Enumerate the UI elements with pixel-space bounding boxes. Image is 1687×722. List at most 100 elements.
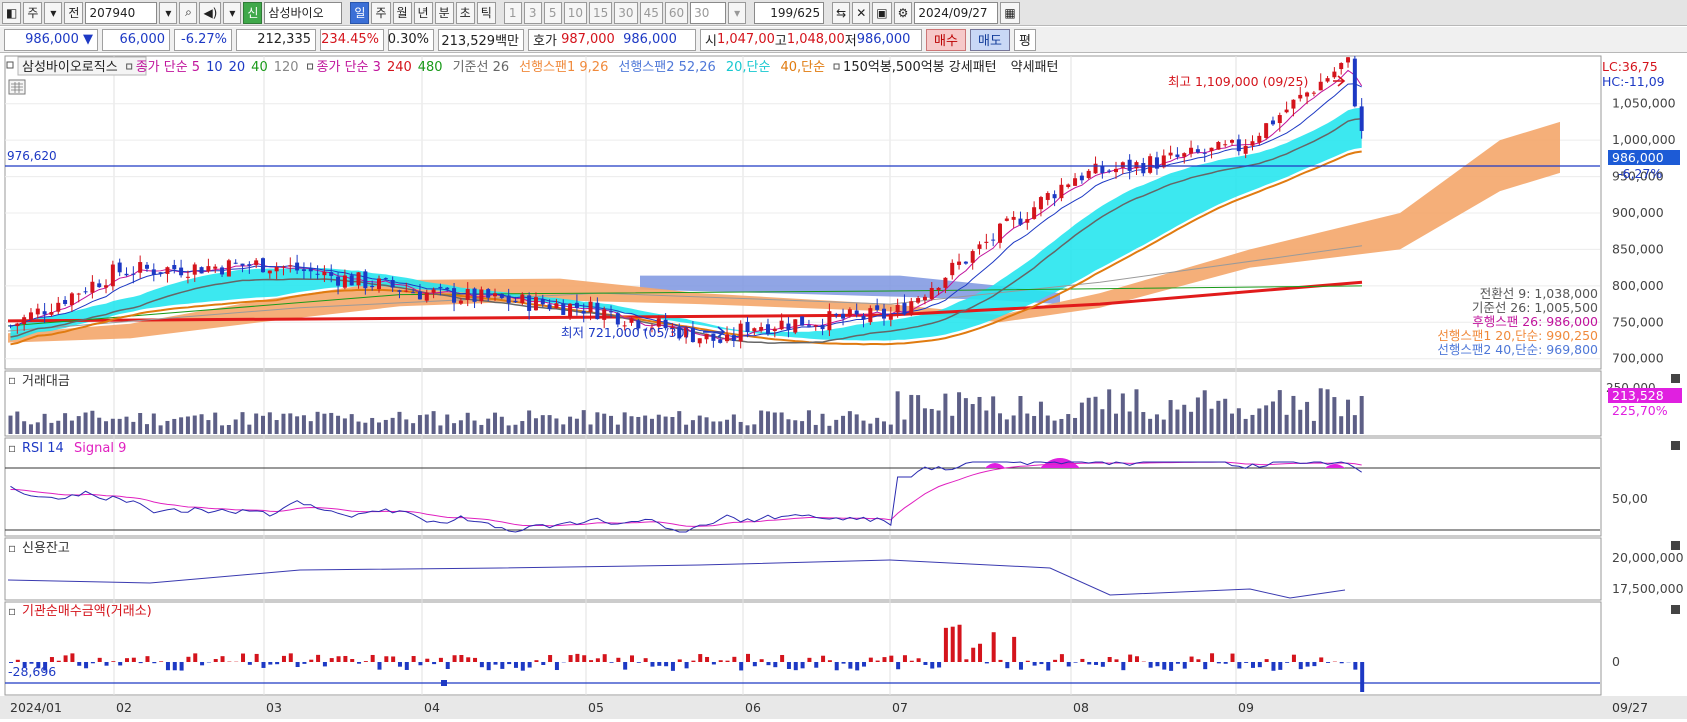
candle-body <box>807 325 811 326</box>
legend-item[interactable]: 종가 단순 3 <box>317 60 381 75</box>
interval-input-value: 30 <box>694 6 709 20</box>
interval-5[interactable]: 5 <box>544 2 562 24</box>
legend-item[interactable]: 종가 단순 5 <box>136 60 200 75</box>
inst-close-icon[interactable] <box>1671 605 1680 614</box>
volume-close-icon[interactable] <box>1671 374 1680 383</box>
volume-value: 212,335 <box>257 32 311 47</box>
legend-item[interactable]: 기준선 26 <box>453 60 510 75</box>
timeframe-day[interactable]: 일 <box>350 2 369 24</box>
inst-bar <box>1353 662 1357 670</box>
timeframe-year[interactable]: 년 <box>414 2 433 24</box>
volume-bar <box>261 416 265 434</box>
interval-3[interactable]: 3 <box>524 2 542 24</box>
inst-bar <box>623 662 627 670</box>
volume-bar <box>445 415 449 434</box>
sound-icon[interactable]: ◀) <box>199 2 221 24</box>
candle-body <box>343 275 347 287</box>
volume-bar <box>507 425 511 434</box>
legend-item[interactable]: 20,단순 <box>726 60 771 75</box>
inst-bar <box>1190 657 1194 662</box>
count-field[interactable]: 199/625 <box>754 2 824 24</box>
interval-30[interactable]: 30 <box>614 2 637 24</box>
volume-bar <box>889 425 893 434</box>
credit-badge-text: 신 <box>247 4 258 21</box>
timeframe-minute[interactable]: 분 <box>435 2 454 24</box>
legend-item[interactable]: 480 <box>418 60 443 75</box>
inst-bar <box>801 662 805 668</box>
timeframe-tick[interactable]: 틱 <box>477 2 496 24</box>
inst-bar <box>125 658 129 662</box>
inst-bar <box>964 659 968 662</box>
legend-item[interactable]: 120 <box>274 60 299 75</box>
inst-bar <box>296 662 300 667</box>
volume-bar <box>1059 419 1063 434</box>
legend-item[interactable]: 10 <box>206 60 223 75</box>
inst-bar <box>500 662 504 669</box>
candle-body <box>773 329 777 331</box>
chart-type-icon[interactable]: ◧ <box>2 2 21 24</box>
interval-60[interactable]: 60 <box>665 2 688 24</box>
code-dropdown-icon[interactable]: ▾ <box>159 2 177 24</box>
volume-bar <box>322 414 326 434</box>
eval-button[interactable]: 평 <box>1014 29 1036 51</box>
inst-bar <box>630 655 634 662</box>
prev-button[interactable]: 전 <box>64 2 83 24</box>
buy-button[interactable]: 매수 <box>926 29 966 51</box>
candle-body <box>527 295 531 311</box>
period-select[interactable]: 주 <box>23 2 42 24</box>
timeframe-second[interactable]: 초 <box>456 2 475 24</box>
date-input[interactable]: 2024/09/27 <box>914 2 998 24</box>
save-icon[interactable]: ▣ <box>872 2 891 24</box>
volume-bar <box>275 420 279 434</box>
inst-bar <box>903 655 907 662</box>
inst-bar <box>1094 662 1098 665</box>
search-icon[interactable]: ⌕ <box>179 2 197 24</box>
interval-dropdown-icon[interactable]: ▾ <box>728 2 746 24</box>
calendar-icon[interactable]: ▦ <box>1000 2 1019 24</box>
stock-code-input[interactable]: 207940 <box>85 2 157 24</box>
volume-bar <box>1189 412 1193 434</box>
volume-bar <box>1141 412 1145 434</box>
stock-name-field[interactable]: 삼성바이오 <box>264 2 342 24</box>
candle-body <box>391 280 395 288</box>
interval-input[interactable]: 30 <box>690 2 726 24</box>
gear-icon[interactable]: ⚙ <box>894 2 913 24</box>
rsi-close-icon[interactable] <box>1671 441 1680 450</box>
inst-bar <box>1285 662 1289 663</box>
inst-bar <box>569 655 573 662</box>
compare-icon[interactable]: ⇆ <box>832 2 850 24</box>
interval-15[interactable]: 15 <box>589 2 612 24</box>
sell-button[interactable]: 매도 <box>970 29 1010 51</box>
inst-value: -28,696 <box>8 664 56 679</box>
period-dropdown-icon[interactable]: ▾ <box>44 2 62 24</box>
tools-icon[interactable]: ✕ <box>852 2 870 24</box>
interval-1[interactable]: 1 <box>504 2 522 24</box>
volume-bar <box>1039 402 1043 434</box>
legend-item[interactable]: 약세패턴 <box>1011 60 1059 75</box>
volume-bar <box>1046 416 1050 434</box>
legend-item[interactable]: 40 <box>251 60 268 75</box>
legend-item[interactable]: 40,단순 <box>780 60 825 75</box>
interval-45[interactable]: 45 <box>640 2 663 24</box>
timeframe-week[interactable]: 주 <box>371 2 390 24</box>
candle-body <box>978 244 982 248</box>
volume-bar <box>1169 400 1173 434</box>
candle-body <box>937 288 941 290</box>
volume-bar <box>425 415 429 434</box>
timeframe-month[interactable]: 월 <box>393 2 412 24</box>
candle-body <box>118 263 122 273</box>
interval-10[interactable]: 10 <box>564 2 587 24</box>
candle-body <box>97 283 101 287</box>
candle-body <box>561 303 565 315</box>
legend-item[interactable]: 150억봉,500억봉 강세패턴 <box>843 60 997 75</box>
candle-body <box>1018 219 1022 225</box>
sound-dropdown-icon[interactable]: ▾ <box>223 2 241 24</box>
legend-item[interactable]: 선행스팬2 52,26 <box>618 59 715 75</box>
legend-item[interactable]: 선행스팬1 9,26 <box>519 59 608 75</box>
chart-area[interactable]: 976,620 삼성바이오로직스종가 단순 5102040120종가 단순 32… <box>0 54 1687 719</box>
legend-item[interactable]: 240 <box>387 60 412 75</box>
candle-body <box>1312 93 1316 94</box>
legend-item[interactable]: 20 <box>229 60 246 75</box>
credit-close-icon[interactable] <box>1671 541 1680 550</box>
legend-item[interactable]: 삼성바이오로직스 <box>22 60 118 75</box>
